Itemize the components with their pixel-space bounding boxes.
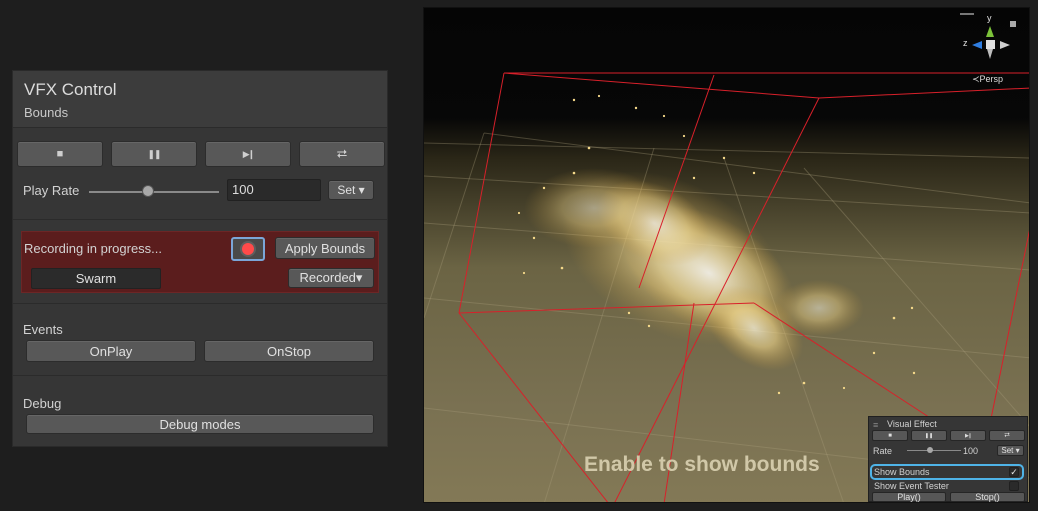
divider [13,219,387,220]
overlay-title: Visual Effect [887,419,937,429]
gizmo-y-label: y [987,13,992,23]
step-icon: ▶❙ [242,148,256,159]
mini-rate-value[interactable]: 100 [963,446,978,456]
mini-set-dropdown[interactable]: Set ▾ [997,445,1024,456]
mini-stop-button[interactable]: ■ [872,430,908,441]
stop-icon: ■ [56,148,64,160]
mini-rate-slider-track[interactable] [907,450,961,451]
visual-effect-overlay: ≡ Visual Effect ■ ❚❚ ▶❙ ⮂ Rate 100 Set ▾… [868,416,1028,502]
mini-play-button[interactable]: Play() [872,492,946,502]
particle-swarm [517,94,916,395]
restart-icon: ⮂ [336,146,348,161]
mini-rate-label: Rate [873,446,893,456]
play-rate-input[interactable]: 100 [227,179,321,201]
divider [13,375,387,376]
stop-button[interactable]: ■ [17,141,103,167]
play-rate-slider-handle[interactable] [141,185,154,197]
onstop-button[interactable]: OnStop [204,340,374,362]
pause-icon: ❚❚ [147,148,161,159]
stop-icon: ■ [888,432,892,439]
mini-step-button[interactable]: ▶❙ [950,430,986,441]
play-rate-slider-track[interactable] [89,191,219,193]
drag-handle-icon[interactable]: ≡ [873,420,878,430]
panel-header: VFX Control Bounds [13,71,387,128]
step-button[interactable]: ▶❙ [205,141,291,167]
system-name-field[interactable]: Swarm [31,268,161,289]
record-button[interactable] [231,237,265,261]
recording-status: Recording in progress... [24,241,163,256]
orientation-gizmo[interactable] [960,13,1026,73]
play-rate-label: Play Rate [23,183,80,198]
record-icon [242,243,254,255]
events-label: Events [23,322,63,337]
vfx-control-panel: VFX Control Bounds ■ ❚❚ ▶❙ ⮂ Play Rate 1… [12,70,388,447]
show-event-tester-checkbox[interactable] [1009,481,1019,491]
panel-subtitle: Bounds [24,105,69,120]
mini-restart-button[interactable]: ⮂ [989,430,1025,441]
scene-viewport[interactable]: y z ≺Persp Enable to show bounds ≡ Visua… [423,7,1030,503]
restart-icon: ⮂ [1004,431,1010,439]
panel-title: VFX Control [24,80,117,99]
persp-toggle[interactable]: ≺Persp [972,74,1003,85]
restart-button[interactable]: ⮂ [299,141,385,167]
mini-rate-slider-handle[interactable] [927,447,933,453]
bounds-mode-dropdown[interactable]: Recorded▾ [288,268,374,288]
apply-bounds-button[interactable]: Apply Bounds [275,237,375,259]
gizmo-z-label: z [963,38,968,48]
pause-button[interactable]: ❚❚ [111,141,197,167]
divider [13,303,387,304]
pause-icon: ❚❚ [924,432,934,439]
show-event-tester-label: Show Event Tester [874,481,949,491]
show-bounds-label: Show Bounds [874,467,930,477]
mini-stop-event-button[interactable]: Stop() [950,492,1025,502]
caption-text: Enable to show bounds [584,453,820,476]
debug-label: Debug [23,396,62,411]
debug-modes-button[interactable]: Debug modes [26,414,374,434]
mini-pause-button[interactable]: ❚❚ [911,430,947,441]
onplay-button[interactable]: OnPlay [26,340,196,362]
recording-box: Recording in progress... Apply Bounds Sw… [21,231,379,293]
set-rate-dropdown[interactable]: Set ▾ [328,180,374,200]
step-icon: ▶❙ [964,432,972,439]
show-bounds-checkbox[interactable]: ✓ [1009,467,1019,477]
